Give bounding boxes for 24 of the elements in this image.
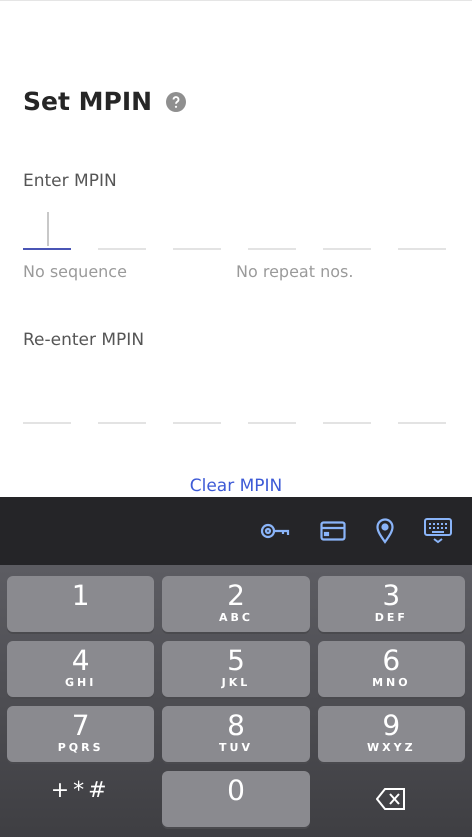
symbols-key[interactable]: +*# xyxy=(7,771,154,827)
clear-mpin-link[interactable]: Clear MPIN xyxy=(190,475,282,497)
help-icon[interactable] xyxy=(166,92,186,112)
keypad-key[interactable]: 7 PQRS xyxy=(7,706,154,762)
pin-slot[interactable] xyxy=(23,210,71,250)
location-pin-icon[interactable] xyxy=(376,518,394,544)
key-icon[interactable] xyxy=(260,523,290,539)
card-icon[interactable] xyxy=(320,521,346,541)
backspace-icon[interactable] xyxy=(376,788,406,810)
page-title: Set MPIN xyxy=(23,86,152,118)
hint-text: No sequence xyxy=(23,261,128,283)
keyboard-hide-icon[interactable] xyxy=(424,518,452,544)
keypad-key[interactable]: 3 DEF xyxy=(318,576,465,632)
keypad-key[interactable]: 0 xyxy=(162,771,310,827)
keypad-key[interactable]: 4 GHI xyxy=(7,641,154,697)
field-label: Re-enter MPIN xyxy=(23,329,146,352)
keypad-key[interactable]: 2 ABC xyxy=(162,576,310,632)
keypad-key[interactable]: 1 xyxy=(7,576,154,632)
field-label: Enter MPIN xyxy=(23,170,118,192)
keypad-key[interactable]: 5 JKL xyxy=(162,641,310,697)
keypad-key[interactable]: 9 WXYZ xyxy=(318,706,465,762)
keypad-key[interactable]: 8 TUV xyxy=(162,706,310,762)
hint-text: No repeat nos. xyxy=(236,261,354,283)
keypad-key[interactable]: 6 MNO xyxy=(318,641,465,697)
